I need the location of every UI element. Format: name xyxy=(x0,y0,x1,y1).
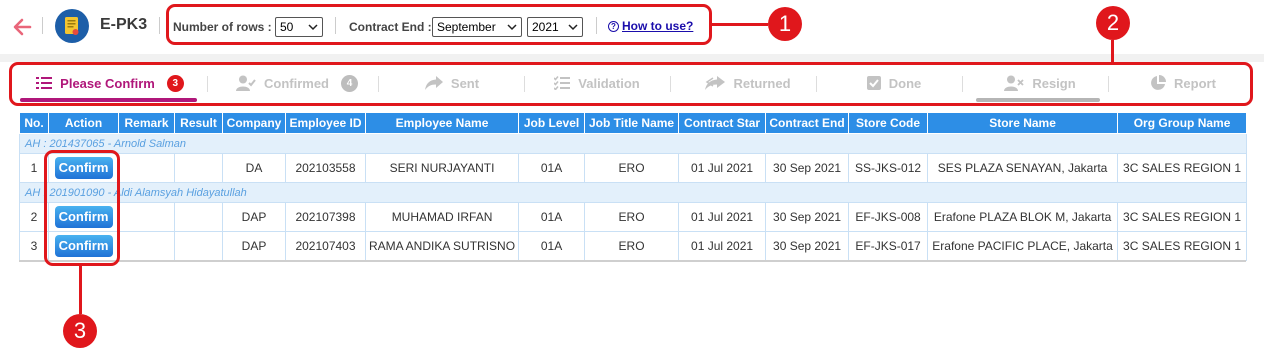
cell-result xyxy=(174,153,223,183)
cell-job-level: 01A xyxy=(518,202,586,232)
annotation-connector xyxy=(712,23,768,26)
column-header: Remark xyxy=(118,112,175,134)
cell-job-title: ERO xyxy=(584,202,680,232)
annotation-marker-1: 1 xyxy=(768,7,802,41)
table-scrollbar[interactable] xyxy=(19,260,1246,262)
cell-job-title: ERO xyxy=(584,231,680,261)
column-header: Job Level xyxy=(518,112,586,134)
cell-org-group: 3C SALES REGION 1 xyxy=(1117,202,1248,232)
cell-store-name: Erafone PLAZA BLOK M, Jakarta xyxy=(927,202,1119,232)
cell-org-group: 3C SALES REGION 1 xyxy=(1117,231,1248,261)
cell-job-level: 01A xyxy=(518,153,586,183)
cell-store-code: EF-JKS-017 xyxy=(848,231,929,261)
contracts-table: No. Action Remark Result Company Employe… xyxy=(18,112,1248,261)
group-row: AH : 201437065 - Arnold Salman xyxy=(18,133,1248,154)
cell-store-code: EF-JKS-008 xyxy=(848,202,929,232)
group-label: AH : 201901090 - Aldi Alamsyah Hidayatul… xyxy=(18,182,1248,203)
cell-employee-name: SERI NURJAYANTI xyxy=(364,153,520,183)
divider xyxy=(159,17,160,34)
column-header: Result xyxy=(174,112,223,134)
cell-store-code: SS-JKS-012 xyxy=(848,153,929,183)
column-header: Company xyxy=(222,112,286,134)
cell-employee-name: RAMA ANDIKA SUTRISNO xyxy=(364,231,520,261)
cell-org-group: 3C SALES REGION 1 xyxy=(1117,153,1248,183)
cell-job-title: ERO xyxy=(584,153,680,183)
annotation-connector xyxy=(1111,40,1114,62)
cell-contract-end: 30 Sep 2021 xyxy=(765,231,850,261)
column-header: Store Code xyxy=(848,112,929,134)
annotation-box-filters xyxy=(166,4,712,45)
cell-company: DAP xyxy=(222,202,286,232)
cell-store-name: SES PLAZA SENAYAN, Jakarta xyxy=(927,153,1119,183)
app-logo-icon xyxy=(55,9,89,43)
column-header: No. xyxy=(19,112,49,134)
column-header: Store Name xyxy=(927,112,1119,134)
cell-employee-id: 202107398 xyxy=(285,202,366,232)
column-header: Action xyxy=(48,112,119,134)
cell-contract-start: 01 Jul 2021 xyxy=(678,231,767,261)
cell-employee-name: MUHAMAD IRFAN xyxy=(364,202,520,232)
cell-remark xyxy=(118,153,175,183)
back-arrow-icon[interactable] xyxy=(11,16,33,38)
cell-remark xyxy=(118,202,175,232)
cell-contract-start: 01 Jul 2021 xyxy=(678,153,767,183)
cell-employee-id: 202107403 xyxy=(285,231,366,261)
column-header: Employee ID xyxy=(285,112,366,134)
cell-result xyxy=(174,231,223,261)
cell-company: DAP xyxy=(222,231,286,261)
column-header: Contract Star xyxy=(678,112,767,134)
cell-employee-id: 202103558 xyxy=(285,153,366,183)
divider xyxy=(42,17,43,34)
table-row: 1 Confirm DA 202103558 SERI NURJAYANTI 0… xyxy=(19,153,1248,183)
table-row: 3 Confirm DAP 202107403 RAMA ANDIKA SUTR… xyxy=(19,231,1248,261)
cell-contract-start: 01 Jul 2021 xyxy=(678,202,767,232)
cell-store-name: Erafone PACIFIC PLACE, Jakarta xyxy=(927,231,1119,261)
column-header: Org Group Name xyxy=(1117,112,1248,134)
column-header: Job Title Name xyxy=(584,112,680,134)
column-header: Contract End xyxy=(765,112,850,134)
column-header: Employee Name xyxy=(364,112,520,134)
annotation-box-tabs xyxy=(9,62,1253,106)
annotation-box-actions xyxy=(44,150,120,266)
group-label: AH : 201437065 - Arnold Salman xyxy=(18,133,1248,154)
app-title: E-PK3 xyxy=(100,16,148,33)
cell-remark xyxy=(118,231,175,261)
group-row: AH : 201901090 - Aldi Alamsyah Hidayatul… xyxy=(18,182,1248,203)
cell-contract-end: 30 Sep 2021 xyxy=(765,202,850,232)
cell-contract-end: 30 Sep 2021 xyxy=(765,153,850,183)
cell-result xyxy=(174,202,223,232)
annotation-marker-3: 3 xyxy=(63,314,97,348)
table-row: 2 Confirm DAP 202107398 MUHAMAD IRFAN 01… xyxy=(19,202,1248,232)
table-header-row: No. Action Remark Result Company Employe… xyxy=(19,112,1248,134)
cell-company: DA xyxy=(222,153,286,183)
annotation-connector xyxy=(79,266,82,314)
cell-job-level: 01A xyxy=(518,231,586,261)
annotation-marker-2: 2 xyxy=(1096,6,1130,40)
header-divider-band xyxy=(0,54,1264,62)
